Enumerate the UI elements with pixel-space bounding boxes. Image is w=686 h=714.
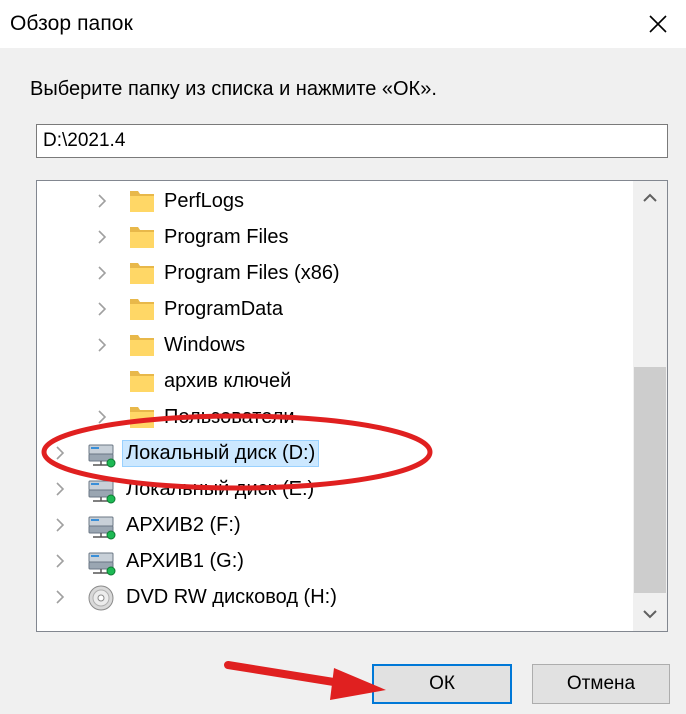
folder-tree[interactable]: PerfLogs Program Files Program Files (x86)… xyxy=(36,180,668,632)
ok-button[interactable]: ОК xyxy=(372,664,512,704)
instruction-text: Выберите папку из списка и нажмите «ОК». xyxy=(30,78,437,100)
tree-item-folder[interactable]: Program Files xyxy=(37,219,631,255)
tree-item-folder[interactable]: ProgramData xyxy=(37,291,631,327)
tree-item-folder[interactable]: Windows xyxy=(37,327,631,363)
title-bar: Обзор папок xyxy=(0,0,686,48)
cancel-button[interactable]: Отмена xyxy=(532,664,670,704)
expand-chevron-icon[interactable] xyxy=(93,408,111,426)
tree-item-drive[interactable]: Локальный диск (E:) xyxy=(37,471,631,507)
tree-item-label: Program Files (x86) xyxy=(164,262,340,284)
tree-item-label: ProgramData xyxy=(164,298,283,320)
tree-item-label: Локальный диск (E:) xyxy=(126,478,315,500)
expand-chevron-icon[interactable] xyxy=(51,480,69,498)
folder-icon xyxy=(129,296,155,322)
expand-chevron-icon[interactable] xyxy=(93,264,111,282)
scroll-up-button[interactable] xyxy=(633,181,667,215)
tree-item-label: Program Files xyxy=(164,226,289,248)
expand-chevron-icon[interactable] xyxy=(51,588,69,606)
folder-icon xyxy=(129,368,155,394)
scroll-down-button[interactable] xyxy=(633,597,667,631)
folder-path-field[interactable] xyxy=(36,124,668,158)
window-title: Обзор папок xyxy=(10,12,133,35)
tree-item-label: Windows xyxy=(164,334,246,356)
tree-item-label: DVD RW дисковод (H:) xyxy=(126,586,337,608)
dvd-drive-icon xyxy=(87,584,114,611)
tree-item-folder[interactable]: Program Files (x86) xyxy=(37,255,631,291)
expand-chevron-icon[interactable] xyxy=(93,300,111,318)
tree-item-drive[interactable]: АРХИВ1 (G:) xyxy=(37,543,631,579)
expand-chevron-icon[interactable] xyxy=(93,336,111,354)
tree-item-folder[interactable]: PerfLogs xyxy=(37,183,631,219)
expand-chevron-icon[interactable] xyxy=(93,192,111,210)
folder-icon xyxy=(129,188,155,214)
expand-chevron-icon[interactable] xyxy=(51,444,69,462)
browse-folder-dialog: Обзор папок Выберите папку из списка и н… xyxy=(0,0,686,714)
red-pointer-arrow xyxy=(224,661,386,700)
close-button[interactable] xyxy=(630,0,686,48)
tree-item-label: Локальный диск (D:) xyxy=(122,440,320,467)
tree-item-drive[interactable]: Локальный диск (D:) xyxy=(37,435,631,471)
network-drive-icon xyxy=(87,548,116,576)
expand-chevron-icon[interactable] xyxy=(51,516,69,534)
tree-item-drive[interactable]: DVD RW дисковод (H:) xyxy=(37,579,631,615)
network-drive-icon xyxy=(87,476,116,504)
tree-item-label: архив ключей xyxy=(164,370,292,392)
tree-item-label: Пользователи xyxy=(164,406,295,428)
tree-item-label: АРХИВ1 (G:) xyxy=(126,550,244,572)
tree-item-label: АРХИВ2 (F:) xyxy=(126,514,241,536)
scrollbar-thumb[interactable] xyxy=(634,367,666,593)
tree-item-folder[interactable]: Пользователи xyxy=(37,399,631,435)
network-drive-icon xyxy=(87,512,116,540)
tree-item-label: PerfLogs xyxy=(164,190,245,212)
network-drive-icon xyxy=(87,440,116,468)
chevron-up-icon xyxy=(643,193,657,202)
close-icon xyxy=(649,15,667,33)
folder-icon xyxy=(129,404,155,430)
folder-icon xyxy=(129,260,155,286)
folder-icon xyxy=(129,224,155,250)
folder-icon xyxy=(129,332,155,358)
expand-chevron-icon[interactable] xyxy=(51,552,69,570)
vertical-scrollbar[interactable] xyxy=(633,181,667,631)
tree-item-folder[interactable]: архив ключей xyxy=(37,363,631,399)
expand-chevron-icon[interactable] xyxy=(93,228,111,246)
tree-item-drive[interactable]: АРХИВ2 (F:) xyxy=(37,507,631,543)
chevron-down-icon xyxy=(643,610,657,619)
